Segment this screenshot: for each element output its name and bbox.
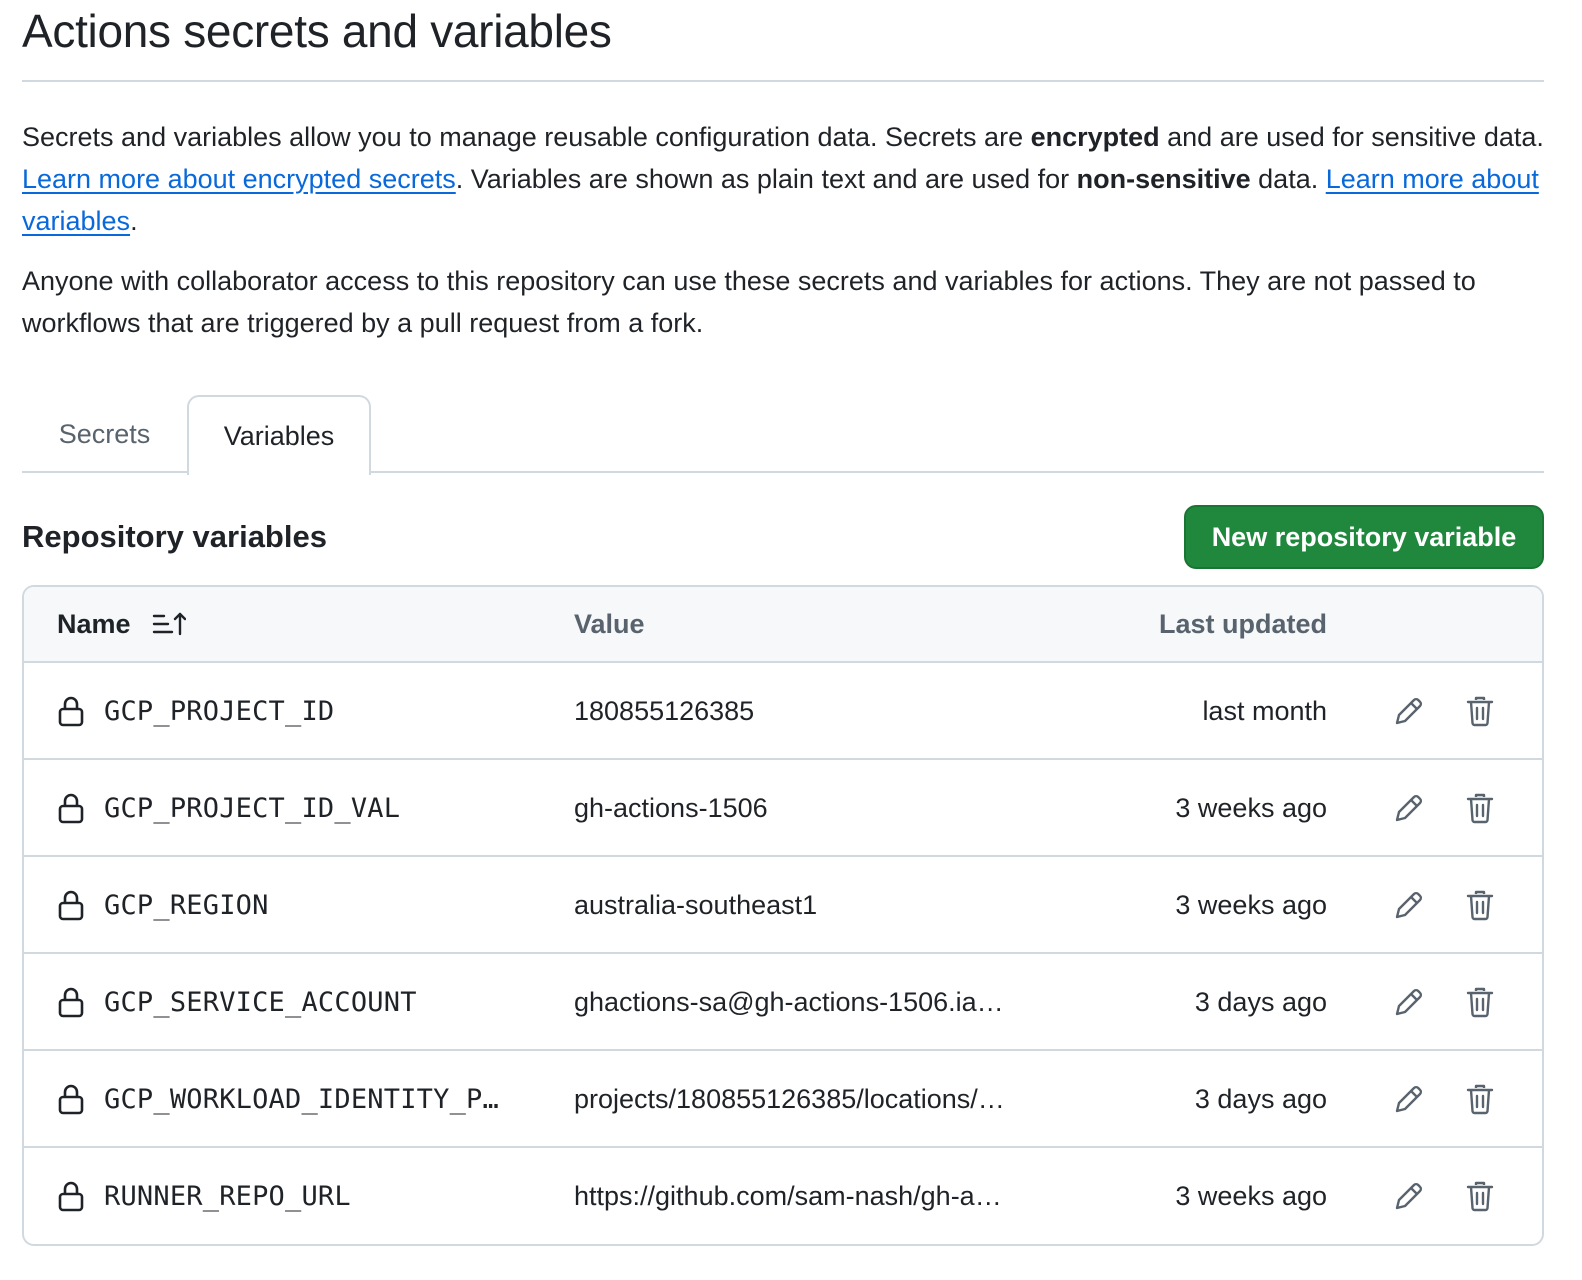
trash-icon <box>1466 793 1494 824</box>
variable-value: https://github.com/sam-nash/gh-a… <box>574 1181 1002 1211</box>
variable-last-updated: 3 days ago <box>1194 987 1327 1017</box>
learn-encrypted-secrets-link[interactable]: Learn more about encrypted secrets <box>22 164 456 194</box>
name-column-header[interactable]: Name <box>57 587 187 661</box>
variable-last-updated: 3 weeks ago <box>1175 793 1327 823</box>
tab-secrets[interactable]: Secrets <box>22 395 187 473</box>
value-column-header: Value <box>574 609 645 639</box>
edit-variable-button[interactable] <box>1389 885 1429 925</box>
intro-paragraph-1: Secrets and variables allow you to manag… <box>22 116 1544 242</box>
edit-variable-button[interactable] <box>1389 691 1429 731</box>
variable-name: GCP_REGION <box>104 890 269 921</box>
lock-icon <box>58 890 84 921</box>
edit-variable-button[interactable] <box>1389 1176 1429 1216</box>
delete-variable-button[interactable] <box>1460 691 1500 731</box>
new-repository-variable-button[interactable]: New repository variable <box>1184 505 1544 569</box>
variable-last-updated: 3 days ago <box>1194 1084 1327 1114</box>
intro-text-segment: Secrets and variables allow you to manag… <box>22 122 1031 152</box>
tab-bar: Secrets Variables <box>22 395 1544 475</box>
delete-variable-button[interactable] <box>1460 1176 1500 1216</box>
trash-icon <box>1466 696 1494 727</box>
sort-ascending-icon[interactable] <box>152 611 187 637</box>
delete-variable-button[interactable] <box>1460 885 1500 925</box>
variable-value: ghactions-sa@gh-actions-1506.ia… <box>574 987 1004 1017</box>
pencil-icon <box>1395 794 1423 822</box>
trash-icon <box>1466 890 1494 921</box>
lock-icon <box>58 793 84 824</box>
pencil-icon <box>1395 988 1423 1016</box>
variable-value: projects/180855126385/locations/… <box>574 1084 1005 1114</box>
pencil-icon <box>1395 1085 1423 1113</box>
trash-icon <box>1466 1084 1494 1115</box>
intro-text-segment: . Variables are shown as plain text and … <box>455 164 1077 194</box>
lock-icon <box>58 1084 84 1115</box>
variables-table: Name Value Last updated GCP_PROJECT_ID 1… <box>22 585 1544 1246</box>
table-row: GCP_PROJECT_ID_VAL gh-actions-1506 3 wee… <box>24 760 1542 857</box>
intro-paragraph-2: Anyone with collaborator access to this … <box>22 266 1476 338</box>
intro-text: Secrets and variables allow you to manag… <box>22 116 1544 344</box>
last-updated-column-header: Last updated <box>1158 609 1327 639</box>
edit-variable-button[interactable] <box>1389 982 1429 1022</box>
pencil-icon <box>1395 697 1423 725</box>
page: Actions secrets and variables Secrets an… <box>22 0 1544 1246</box>
table-row: RUNNER_REPO_URL https://github.com/sam-n… <box>24 1148 1542 1244</box>
table-row: GCP_REGION australia-southeast1 3 weeks … <box>24 857 1542 954</box>
variable-last-updated: last month <box>1202 696 1327 726</box>
section-header: Repository variables New repository vari… <box>22 505 1544 569</box>
variable-name: RUNNER_REPO_URL <box>104 1181 351 1212</box>
variable-value: 180855126385 <box>574 696 755 726</box>
delete-variable-button[interactable] <box>1460 788 1500 828</box>
trash-icon <box>1466 1181 1494 1212</box>
intro-bold-non-sensitive: non-sensitive <box>1076 164 1251 194</box>
intro-bold-encrypted: encrypted <box>1030 122 1160 152</box>
variable-value: gh-actions-1506 <box>574 793 768 823</box>
variable-name: GCP_SERVICE_ACCOUNT <box>104 987 417 1018</box>
intro-text-segment: . <box>130 206 138 236</box>
table-row: GCP_SERVICE_ACCOUNT ghactions-sa@gh-acti… <box>24 954 1542 1051</box>
tab-variables[interactable]: Variables <box>187 395 371 475</box>
table-row: GCP_PROJECT_ID 180855126385 last month <box>24 663 1542 760</box>
pencil-icon <box>1395 891 1423 919</box>
table-header: Name Value Last updated <box>24 587 1542 663</box>
lock-icon <box>58 987 84 1018</box>
variable-value: australia-southeast1 <box>574 890 818 920</box>
variable-last-updated: 3 weeks ago <box>1175 1181 1327 1211</box>
lock-icon <box>58 1181 84 1212</box>
section-title: Repository variables <box>22 519 327 554</box>
edit-variable-button[interactable] <box>1389 788 1429 828</box>
intro-text-segment: and are used for sensitive data. <box>1159 122 1544 152</box>
edit-variable-button[interactable] <box>1389 1079 1429 1119</box>
intro-text-segment: data. <box>1250 164 1326 194</box>
variable-name: GCP_PROJECT_ID_VAL <box>104 793 401 824</box>
variable-name: GCP_PROJECT_ID <box>104 696 335 727</box>
lock-icon <box>58 696 84 727</box>
variable-last-updated: 3 weeks ago <box>1175 890 1327 920</box>
delete-variable-button[interactable] <box>1460 982 1500 1022</box>
name-header-label: Name <box>57 609 131 639</box>
pencil-icon <box>1395 1182 1423 1210</box>
page-title: Actions secrets and variables <box>22 0 1544 82</box>
table-row: GCP_WORKLOAD_IDENTITY_P… projects/180855… <box>24 1051 1542 1148</box>
trash-icon <box>1466 987 1494 1018</box>
delete-variable-button[interactable] <box>1460 1079 1500 1119</box>
table-body: GCP_PROJECT_ID 180855126385 last month G… <box>24 663 1542 1244</box>
variable-name: GCP_WORKLOAD_IDENTITY_P… <box>104 1084 499 1115</box>
